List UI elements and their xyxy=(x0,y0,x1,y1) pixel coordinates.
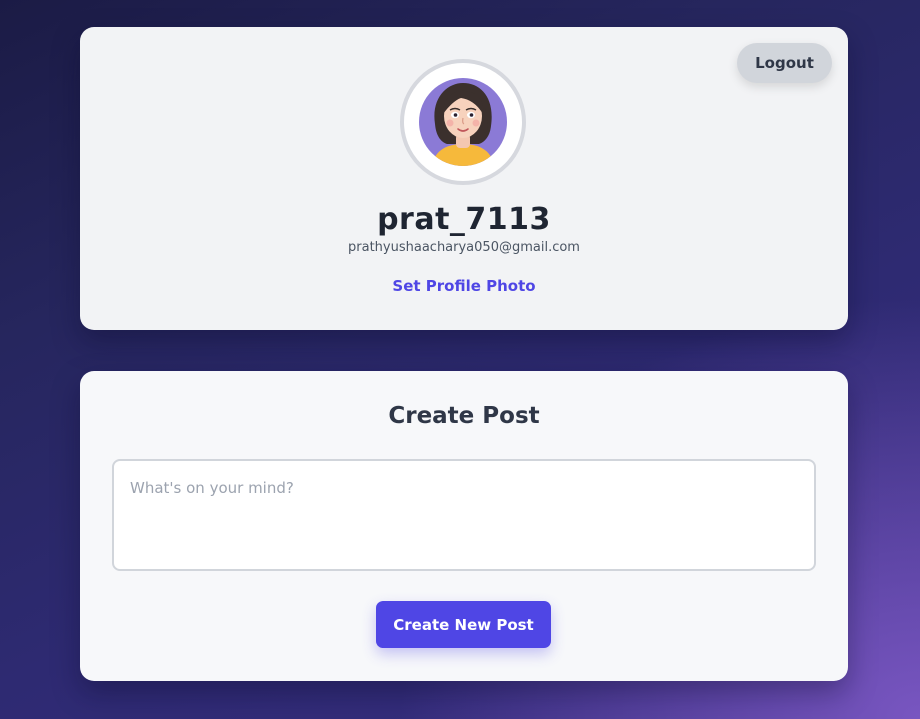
post-content-input[interactable] xyxy=(112,459,816,571)
woman-avatar-icon xyxy=(419,78,507,166)
username: prat_7113 xyxy=(377,202,551,237)
profile-card: Logout prat_7113 prathyushaacharya050@gm… xyxy=(80,27,848,330)
create-post-title: Create Post xyxy=(388,403,540,429)
logout-button[interactable]: Logout xyxy=(737,43,832,83)
create-post-card: Create Post Create New Post xyxy=(80,371,848,681)
avatar xyxy=(400,59,526,185)
user-email: prathyushaacharya050@gmail.com xyxy=(348,240,580,255)
create-new-post-button[interactable]: Create New Post xyxy=(376,601,551,648)
set-profile-photo-link[interactable]: Set Profile Photo xyxy=(364,277,564,295)
